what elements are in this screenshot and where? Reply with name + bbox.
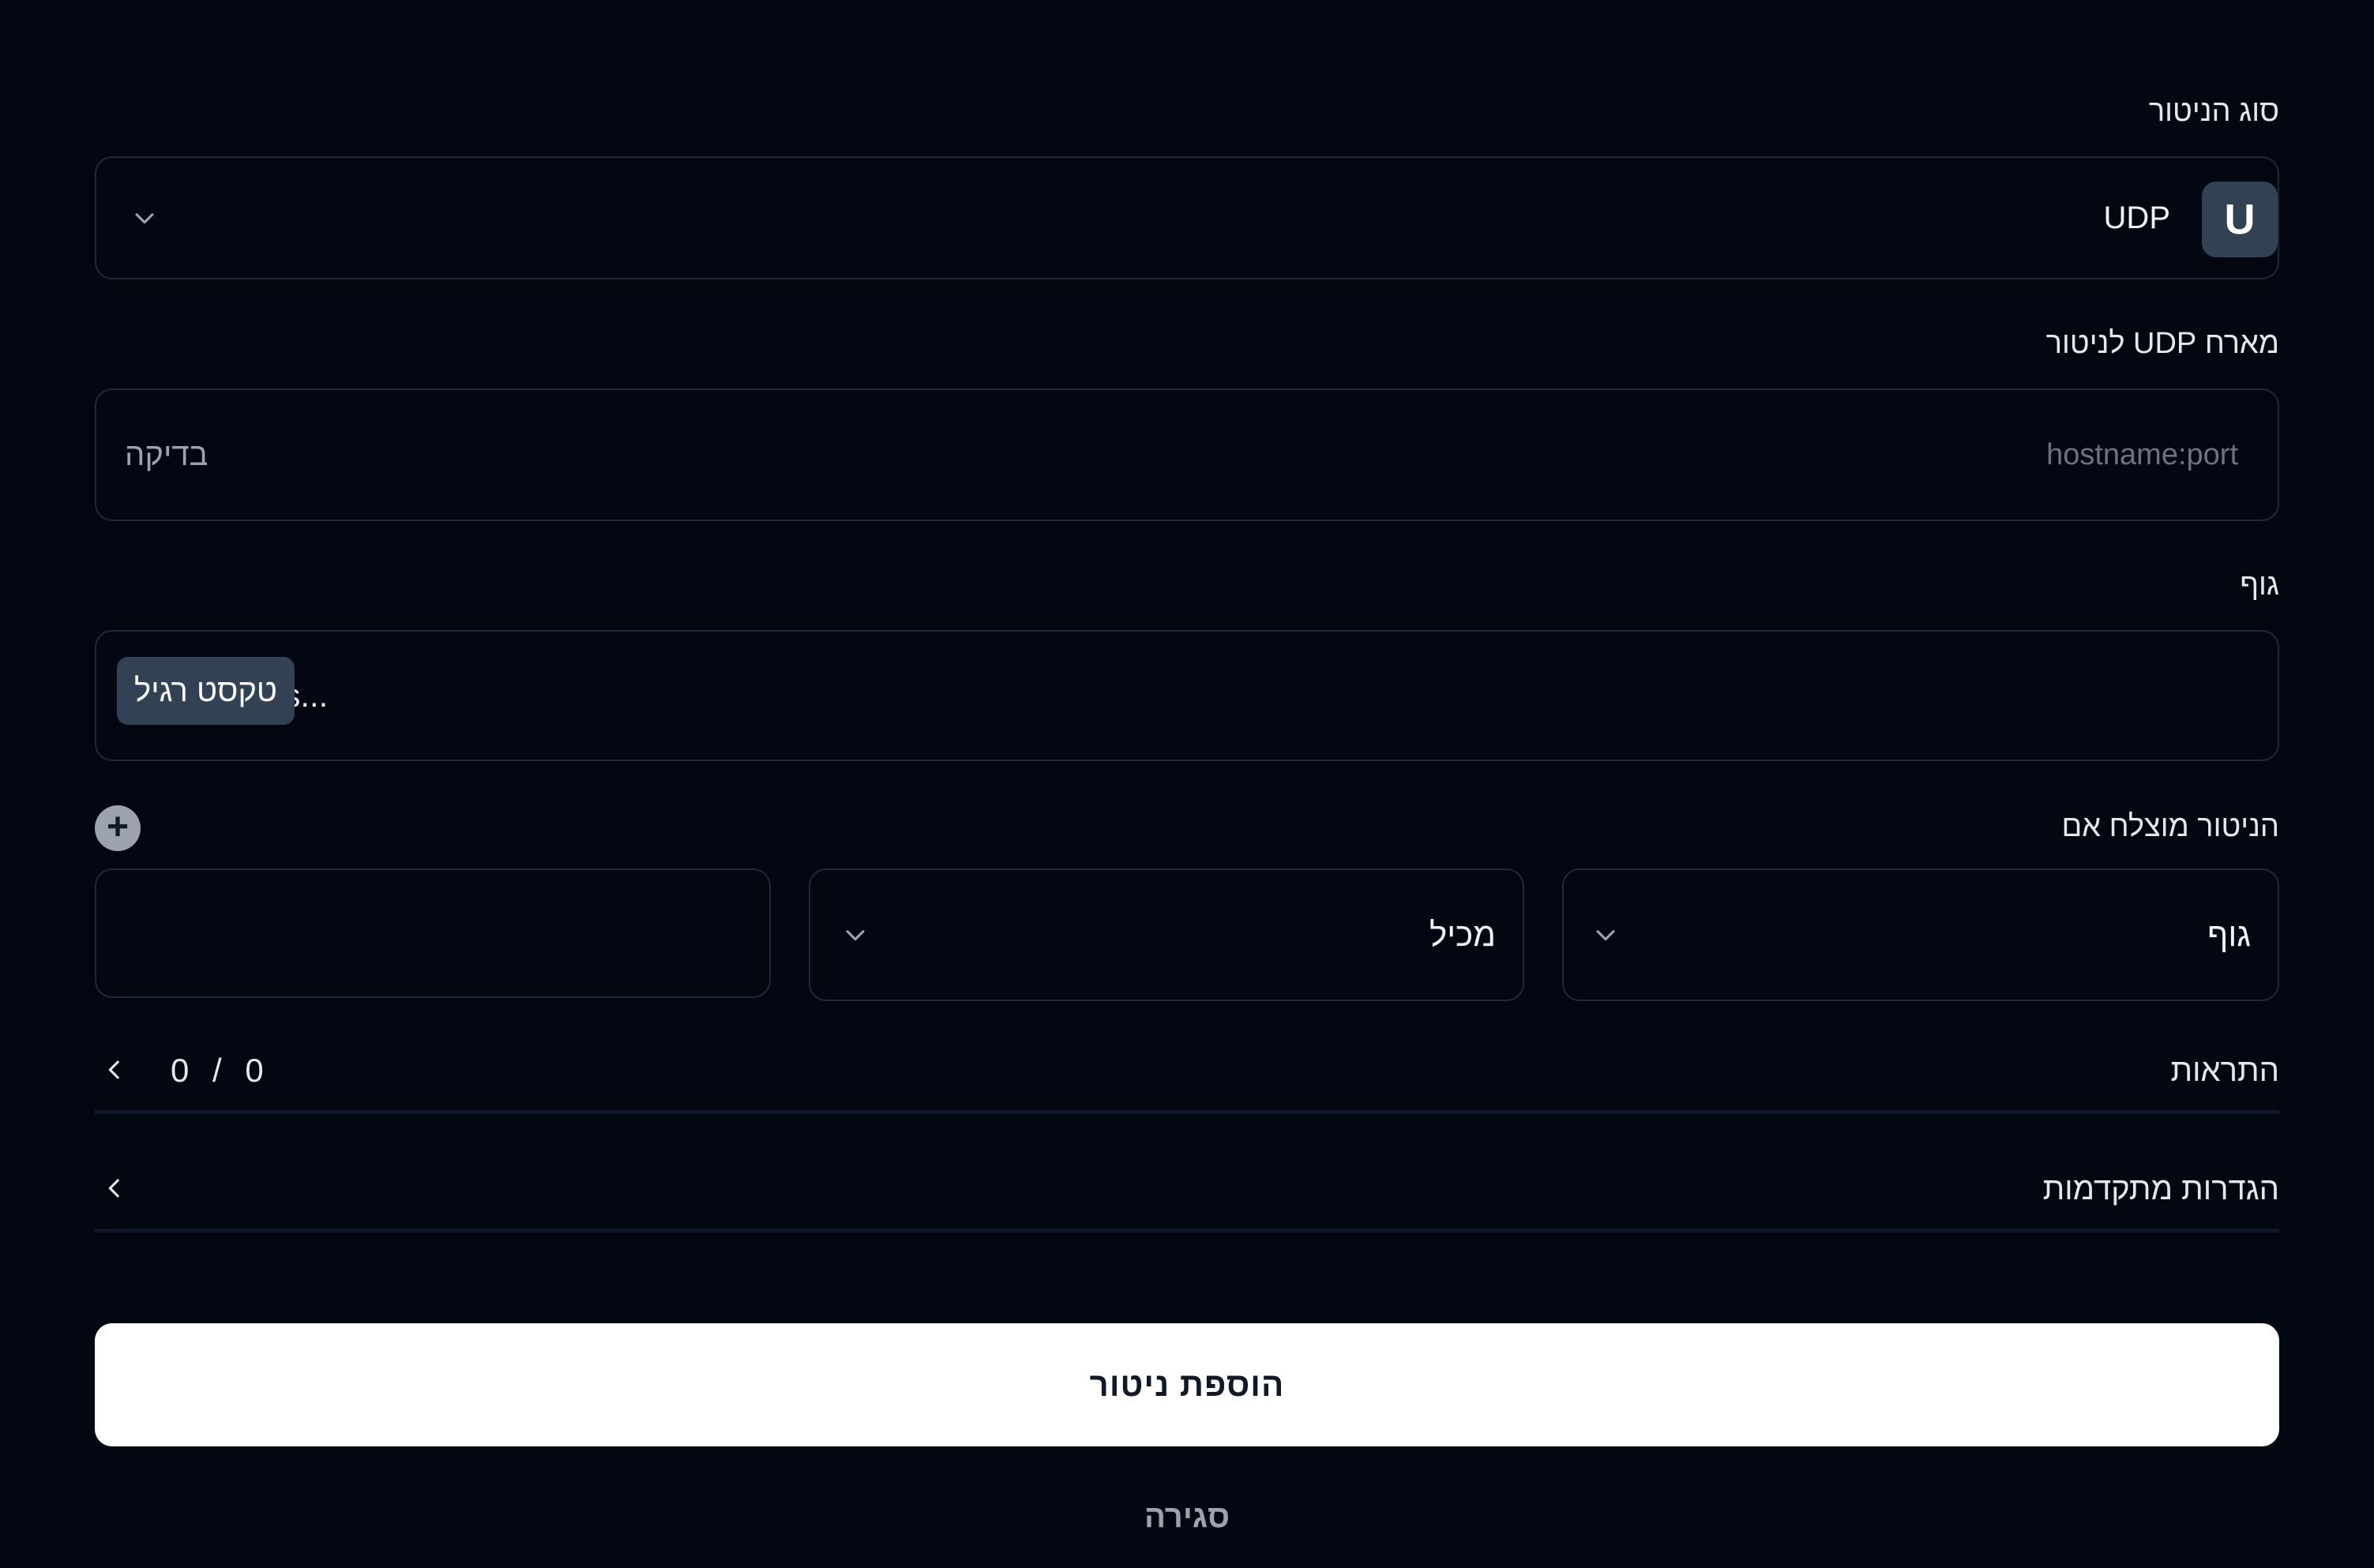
chevron-down-icon (842, 921, 869, 948)
body-textarea[interactable]: ars... טקסט רגיל (95, 630, 2279, 761)
chevron-down-icon (1592, 921, 1619, 948)
test-button[interactable]: בדיקה (125, 390, 208, 520)
host-input[interactable]: hostname:port בדיקה (95, 388, 2279, 521)
condition-operator-value: מכיל (1429, 916, 1496, 953)
monitor-type-label: סוג הניטור (2148, 95, 2279, 128)
udp-badge-icon: U (2202, 182, 2278, 257)
add-monitor-button[interactable]: הוספת ניטור (95, 1323, 2279, 1446)
body-label: גוף (2240, 568, 2279, 602)
monitor-type-select[interactable]: UDP U (95, 156, 2279, 279)
plus-icon: + (106, 806, 130, 848)
format-tooltip: טקסט רגיל (117, 657, 295, 725)
notifications-count: 0 / 0 (171, 1052, 264, 1089)
notifications-label: התראות (2170, 1053, 2280, 1088)
success-condition-label: הניטור מוצלח אם (2061, 810, 2279, 843)
host-label: מארח UDP לניטור (2045, 327, 2279, 360)
advanced-settings-label: הגדרות מתקדמות (2042, 1172, 2279, 1206)
add-condition-button[interactable]: + (95, 805, 141, 851)
chevron-left-icon (101, 1056, 128, 1083)
monitor-type-value: UDP (2103, 201, 2170, 235)
chevron-left-icon (101, 1175, 128, 1202)
condition-operator-select[interactable]: מכיל (809, 868, 1524, 1001)
notifications-section[interactable]: התראות 0 / 0 (95, 1031, 2279, 1114)
condition-field-select[interactable]: גוף (1562, 868, 2279, 1001)
close-button[interactable]: סגירה (1029, 1489, 1345, 1544)
condition-field-value: גוף (2207, 916, 2251, 953)
condition-value-input[interactable] (95, 868, 771, 998)
chevron-down-icon (131, 204, 158, 231)
host-placeholder: hostname:port (2046, 438, 2238, 471)
advanced-settings-section[interactable]: הגדרות מתקדמות (95, 1150, 2279, 1232)
add-monitor-form: סוג הניטור UDP U מארח UDP לניטור hostnam… (0, 0, 2374, 1568)
